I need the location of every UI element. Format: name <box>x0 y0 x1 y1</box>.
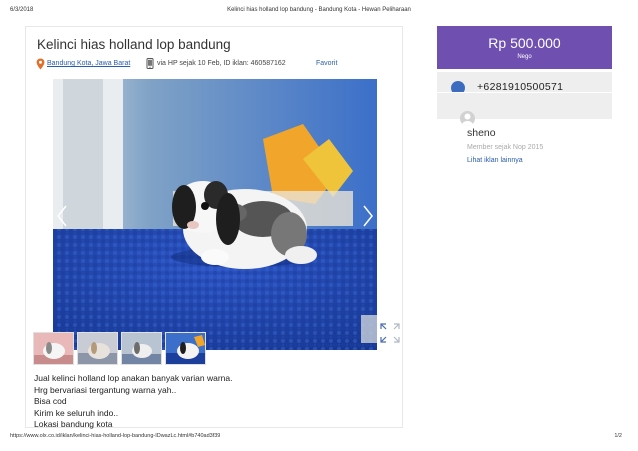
thumbnail-2[interactable] <box>77 332 118 365</box>
phone-icon <box>451 81 465 92</box>
phone-number[interactable]: +6281910500571 <box>477 81 563 92</box>
listing-description: Jual kelinci holland lop anakan banyak v… <box>34 373 374 431</box>
map-pin-icon <box>36 58 45 72</box>
negotiable-label: Nego <box>517 54 532 60</box>
listing-card: Kelinci hias holland lop bandung Bandung… <box>25 26 403 431</box>
description-line: Jual kelinci holland lop anakan banyak v… <box>34 373 233 383</box>
seller-name: sheno <box>467 127 496 139</box>
member-since: Member sejak Nop 2015 <box>467 144 544 151</box>
rabbit-photo <box>53 79 377 350</box>
zoom-panel <box>361 315 377 343</box>
print-header: 6/3/2018 Kelinci hias holland lop bandun… <box>0 7 638 19</box>
phone-card[interactable]: +6281910500571 <box>437 72 612 92</box>
description-line: Bisa cod <box>34 396 67 406</box>
listing-title: Kelinci hias holland lop bandung <box>37 37 231 52</box>
more-ads-link[interactable]: Lihat iklan lainnya <box>467 157 523 164</box>
chevron-right-icon[interactable] <box>361 204 375 228</box>
chevron-left-icon[interactable] <box>55 204 69 228</box>
mobile-phone-icon <box>146 58 154 71</box>
print-url: https://www.olx.co.id/iklan/kelinci-hias… <box>10 433 221 439</box>
favorite-link[interactable]: Favorit <box>316 60 337 67</box>
thumbnail-4[interactable] <box>165 332 206 365</box>
thumbnail-strip <box>33 332 213 366</box>
price-value: Rp 500.000 <box>488 35 561 51</box>
print-page-title: Kelinci hias holland lop bandung - Bandu… <box>227 7 411 13</box>
price-card: Rp 500.000 Nego <box>437 26 612 69</box>
posted-via-info: via HP sejak 10 Feb, ID iklan: 460587162 <box>157 60 286 67</box>
thumbnail-1[interactable] <box>33 332 74 365</box>
description-line: Lokasi bandung kota <box>34 419 113 429</box>
description-line: Kirim ke seluruh indo.. <box>34 407 119 418</box>
description-line: Hrg bervariasi tergantung warna yah.. <box>34 384 177 395</box>
location-link[interactable]: Bandung Kota, Jawa Barat <box>47 60 130 67</box>
listing-meta: Bandung Kota, Jawa Barat via HP sejak 10… <box>36 58 396 70</box>
thumbnail-3[interactable] <box>121 332 162 365</box>
main-photo[interactable] <box>53 79 377 350</box>
page-number: 1/2 <box>614 433 622 439</box>
expand-icon[interactable] <box>379 322 401 344</box>
print-footer: https://www.olx.co.id/iklan/kelinci-hias… <box>0 433 638 445</box>
user-avatar-icon <box>460 111 475 126</box>
